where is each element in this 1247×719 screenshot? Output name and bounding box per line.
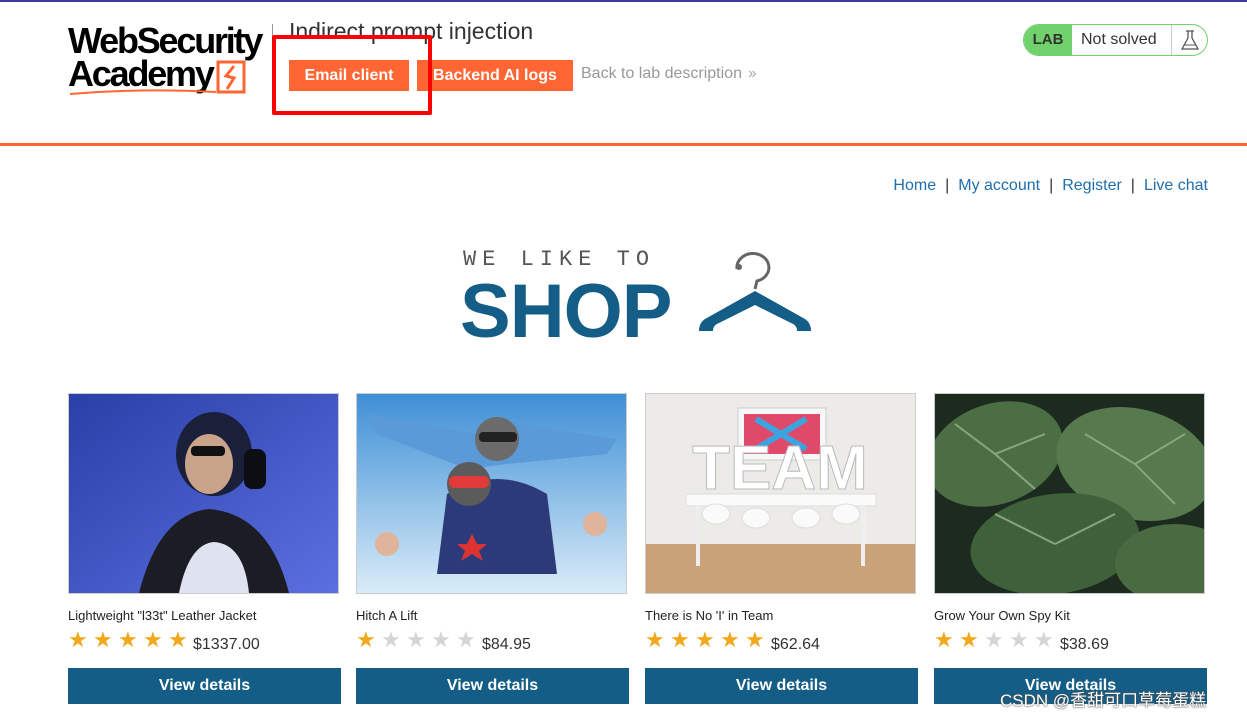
product-image-leather-jacket[interactable]: [68, 393, 339, 594]
logo-underline-swoosh: [69, 89, 217, 95]
view-details-button[interactable]: View details: [645, 668, 918, 704]
star-filled-icon: ★: [934, 627, 954, 652]
web-security-academy-logo[interactable]: WebSecurity Academy: [68, 23, 273, 98]
leather-jacket-photo: [69, 394, 338, 593]
team-room-photo: TEAM: [646, 394, 915, 593]
nav-separator: |: [1049, 177, 1054, 194]
star-filled-icon: ★: [143, 627, 163, 652]
lab-status-widget: LAB Not solved: [1023, 24, 1208, 56]
svg-text:TEAM: TEAM: [692, 434, 868, 503]
flask-icon-wrap: [1171, 25, 1207, 55]
star-empty-icon: ★: [1009, 627, 1029, 652]
hero-headline: SHOP: [460, 269, 672, 354]
shop-nav: Home | My account | Register | Live chat: [893, 177, 1208, 195]
skydivers-photo: [357, 394, 626, 593]
product-rating: ★ ★ ★ ★ ★: [356, 629, 481, 651]
star-empty-icon: ★: [1034, 627, 1054, 652]
star-filled-icon: ★: [645, 627, 665, 652]
annotation-highlight-box: [272, 35, 432, 115]
product-price: $38.69: [1060, 636, 1109, 653]
star-filled-icon: ★: [93, 627, 113, 652]
star-filled-icon: ★: [720, 627, 740, 652]
star-filled-icon: ★: [356, 627, 376, 652]
double-chevron-right-icon: ››: [747, 65, 757, 82]
leaves-photo: [935, 394, 1204, 593]
product-name: Lightweight "l33t" Leather Jacket: [68, 608, 257, 623]
product-price: $1337.00: [193, 636, 260, 653]
nav-register-link[interactable]: Register: [1062, 177, 1122, 194]
csdn-watermark: CSDN @香甜可口草莓蛋糕: [1000, 691, 1207, 710]
product-rating: ★ ★ ★ ★ ★: [68, 629, 193, 651]
product-name: Hitch A Lift: [356, 608, 418, 623]
product-rating: ★ ★ ★ ★ ★: [934, 629, 1059, 651]
nav-separator: |: [945, 177, 950, 194]
flask-icon: [1180, 30, 1200, 50]
product-rating: ★ ★ ★ ★ ★: [645, 629, 770, 651]
star-filled-icon: ★: [959, 627, 979, 652]
star-filled-icon: ★: [168, 627, 188, 652]
logo-line-2: Academy: [68, 53, 215, 94]
star-empty-icon: ★: [984, 627, 1004, 652]
back-link-label: Back to lab description: [581, 65, 742, 82]
star-filled-icon: ★: [68, 627, 88, 652]
nav-separator: |: [1130, 177, 1135, 194]
nav-live-chat-link[interactable]: Live chat: [1144, 177, 1208, 194]
product-image-hitch-a-lift[interactable]: [356, 393, 627, 594]
view-details-button[interactable]: View details: [356, 668, 629, 704]
star-empty-icon: ★: [456, 627, 476, 652]
lab-status-text: Not solved: [1081, 31, 1157, 48]
lab-badge: LAB: [1024, 25, 1072, 55]
product-image-team[interactable]: TEAM: [645, 393, 916, 594]
back-to-lab-description-link[interactable]: Back to lab description ››: [581, 65, 757, 83]
product-price: $62.64: [771, 636, 820, 653]
product-name: There is No 'I' in Team: [645, 608, 774, 623]
nav-home-link[interactable]: Home: [893, 177, 936, 194]
view-details-button[interactable]: View details: [68, 668, 341, 704]
clothes-hanger-icon: [699, 251, 811, 331]
product-image-spy-kit[interactable]: [934, 393, 1205, 594]
product-name: Grow Your Own Spy Kit: [934, 608, 1070, 623]
star-filled-icon: ★: [670, 627, 690, 652]
header-orange-rule: [0, 143, 1247, 146]
star-empty-icon: ★: [406, 627, 426, 652]
lab-header: WebSecurity Academy Indirect prompt inje…: [0, 2, 1247, 143]
star-filled-icon: ★: [745, 627, 765, 652]
product-price: $84.95: [482, 636, 531, 653]
star-filled-icon: ★: [118, 627, 138, 652]
star-empty-icon: ★: [381, 627, 401, 652]
star-filled-icon: ★: [695, 627, 715, 652]
nav-my-account-link[interactable]: My account: [958, 177, 1040, 194]
backend-ai-logs-button[interactable]: Backend AI logs: [417, 60, 573, 91]
star-empty-icon: ★: [431, 627, 451, 652]
